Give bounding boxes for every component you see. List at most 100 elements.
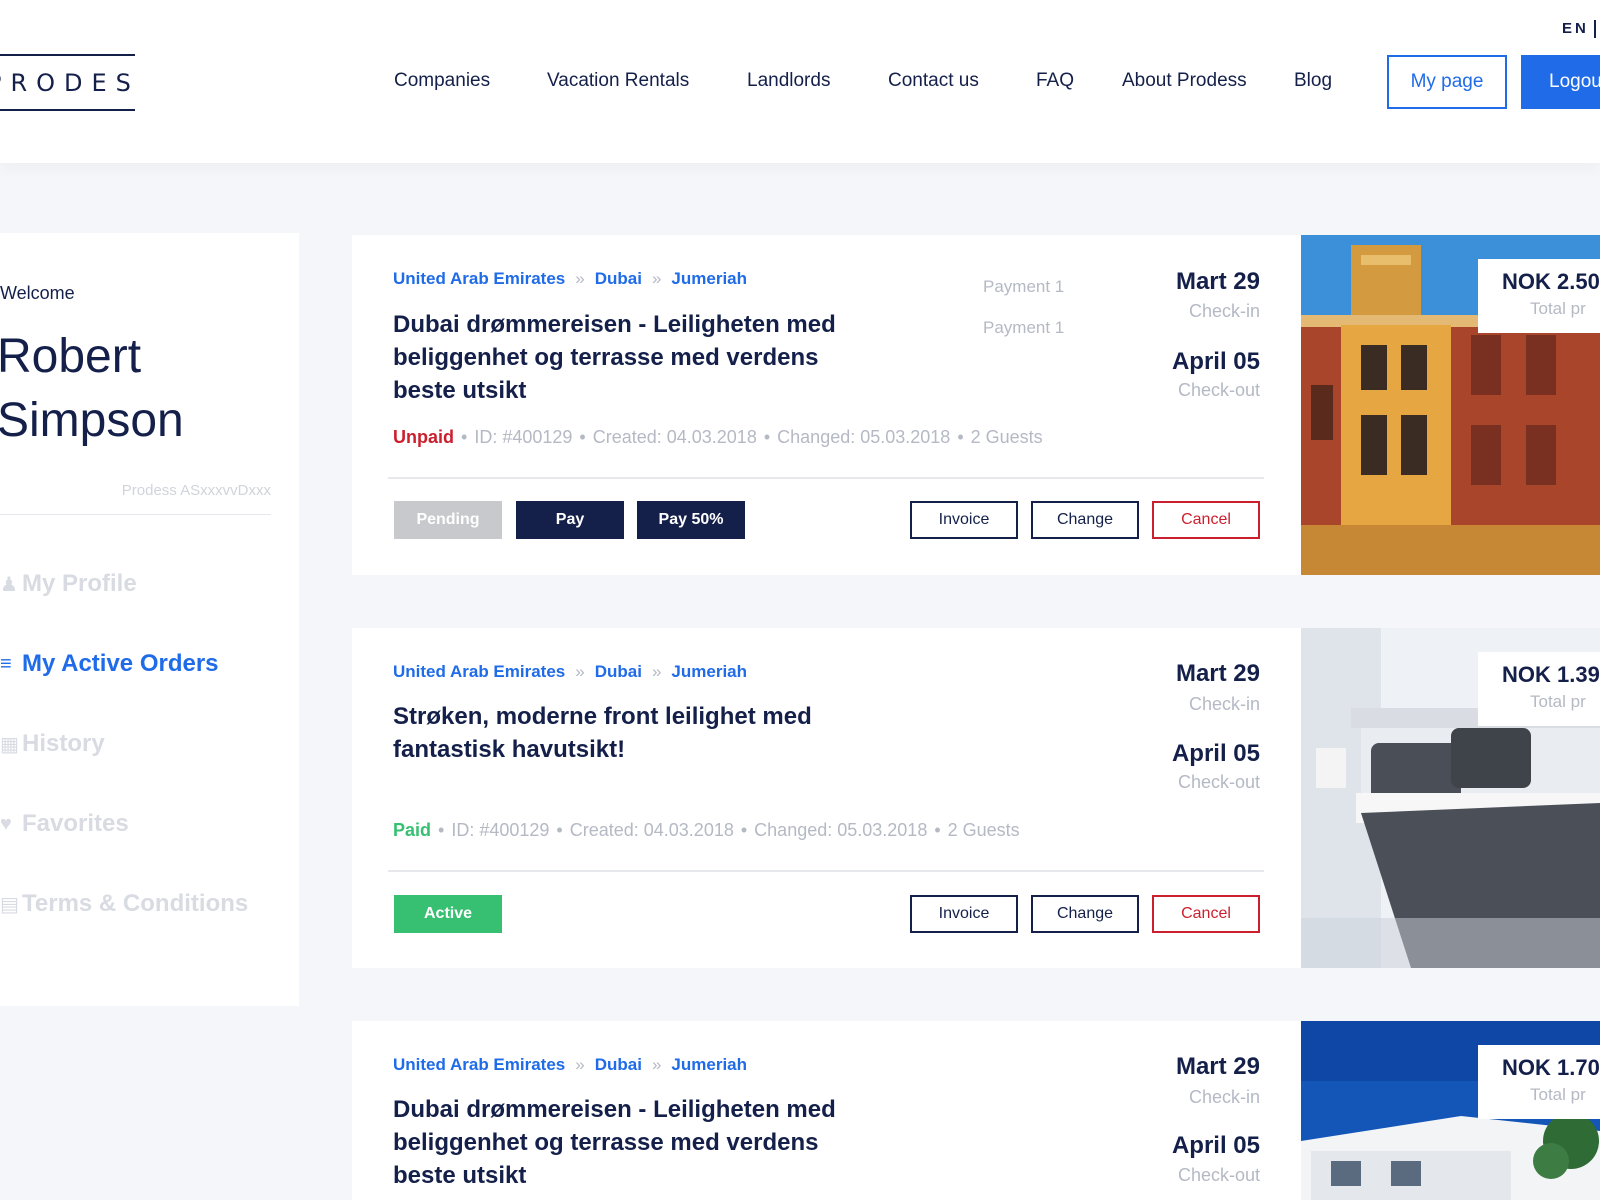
- nav-companies[interactable]: Companies: [394, 70, 490, 92]
- user-name: Robert Simpson: [0, 330, 184, 447]
- chevron-right-icon: »: [575, 662, 585, 681]
- order-title[interactable]: Dubai drømmereisen - Leiligheten med bel…: [393, 308, 873, 407]
- pay-50-button[interactable]: Pay 50%: [637, 501, 745, 539]
- company-name: Prodess ASxxxvvDxxx: [121, 482, 271, 499]
- language-switch[interactable]: EN: [1562, 20, 1589, 37]
- checkout-date: April 05: [1171, 348, 1260, 375]
- checkin-date: Mart 29: [1175, 1053, 1260, 1080]
- order-title[interactable]: Dubai drømmereisen - Leiligheten med bel…: [393, 1093, 873, 1192]
- chevron-right-icon: »: [651, 269, 662, 288]
- change-button[interactable]: Change: [1031, 895, 1139, 933]
- calendar-icon: ▦: [0, 733, 19, 756]
- order-created: Created: 04.03.2018: [569, 820, 734, 840]
- nav-faq[interactable]: FAQ: [1036, 70, 1074, 92]
- invoice-button[interactable]: Invoice: [910, 895, 1018, 933]
- prodess-logo[interactable]: PRODESS: [0, 54, 135, 111]
- price-value: NOK 2.50: [1502, 269, 1600, 294]
- chevron-right-icon: »: [575, 1055, 585, 1074]
- site-header: PRODESS EN Companies Vacation Rentals La…: [0, 0, 1600, 163]
- pay-button[interactable]: Pay: [516, 501, 624, 539]
- checkin-label: Check-in: [1188, 694, 1260, 714]
- checkin-date: Mart 29: [1175, 660, 1260, 687]
- price-tag: NOK 2.50 Total pr: [1478, 259, 1600, 333]
- chevron-right-icon: »: [575, 269, 585, 288]
- welcome-label: Welcome: [0, 283, 75, 303]
- chevron-right-icon: »: [651, 1055, 662, 1074]
- order-guests: 2 Guests: [947, 820, 1020, 840]
- nav-about-prodess[interactable]: About Prodess: [1122, 70, 1247, 92]
- nav-contact-us[interactable]: Contact us: [888, 70, 979, 92]
- checkout-label: Check-out: [1177, 380, 1260, 400]
- language-divider: [1594, 20, 1596, 38]
- order-guests: 2 Guests: [970, 427, 1043, 447]
- list-icon: ≡: [0, 652, 12, 675]
- sidebar-item-terms[interactable]: ▤ Terms & Conditions: [0, 890, 248, 918]
- sidebar-item-label: Terms & Conditions: [22, 890, 249, 917]
- breadcrumb-country[interactable]: United Arab Emirates: [393, 269, 565, 288]
- nav-vacation-rentals[interactable]: Vacation Rentals: [547, 70, 689, 92]
- breadcrumb-country[interactable]: United Arab Emirates: [393, 662, 565, 681]
- breadcrumb-city[interactable]: Dubai: [595, 269, 642, 288]
- price-tag: NOK 1.70 Total pr: [1478, 1045, 1600, 1119]
- breadcrumb-area[interactable]: Jumeriah: [671, 269, 747, 288]
- active-button[interactable]: Active: [394, 895, 502, 933]
- document-icon: ▤: [0, 893, 19, 916]
- price-tag: NOK 1.39 Total pr: [1478, 652, 1600, 726]
- order-changed: Changed: 05.03.2018: [754, 820, 928, 840]
- breadcrumb: United Arab Emirates » Dubai » Jumeriah: [393, 1055, 747, 1075]
- status-badge: Paid: [393, 820, 432, 840]
- card-divider: [388, 477, 1264, 479]
- price-value: NOK 1.70: [1502, 1055, 1600, 1080]
- invoice-button[interactable]: Invoice: [910, 501, 1018, 539]
- status-badge: Unpaid: [393, 427, 454, 447]
- sidebar-item-my-active-orders[interactable]: ≡ My Active Orders: [0, 650, 219, 678]
- checkout-date: April 05: [1171, 740, 1260, 767]
- checkin-date: Mart 29: [1175, 268, 1260, 295]
- checkout-label: Check-out: [1177, 772, 1260, 792]
- cancel-button[interactable]: Cancel: [1152, 501, 1260, 539]
- card-divider: [388, 870, 1264, 872]
- order-meta: Paid • ID: #400129 • Created: 04.03.2018 • Cha…: [393, 820, 1020, 840]
- checkout-date: April 05: [1171, 1132, 1260, 1159]
- price-label: Total pr: [1530, 299, 1586, 318]
- heart-icon: ♥: [0, 812, 12, 835]
- price-value: NOK 1.39: [1502, 662, 1600, 687]
- breadcrumb: United Arab Emirates » Dubai » Jumeriah: [393, 662, 747, 682]
- checkout-label: Check-out: [1177, 1165, 1260, 1185]
- nav-landlords[interactable]: Landlords: [747, 70, 830, 92]
- nav-blog[interactable]: Blog: [1294, 70, 1332, 92]
- payment-label: Payment 1: [983, 318, 1065, 337]
- breadcrumb-country[interactable]: United Arab Emirates: [393, 1055, 565, 1074]
- breadcrumb-area[interactable]: Jumeriah: [671, 1055, 747, 1074]
- sidebar-item-favorites[interactable]: ♥ Favorites: [0, 810, 129, 838]
- sidebar-item-label: History: [22, 730, 105, 757]
- checkin-label: Check-in: [1188, 1087, 1260, 1107]
- price-label: Total pr: [1530, 1085, 1586, 1104]
- order-id: ID: #400129: [451, 820, 550, 840]
- breadcrumb-city[interactable]: Dubai: [595, 662, 642, 681]
- logout-button[interactable]: Logout: [1521, 55, 1600, 109]
- sidebar-item-my-profile[interactable]: ♟ My Profile: [0, 570, 137, 598]
- sidebar-item-label: Favorites: [22, 810, 129, 837]
- order-id: ID: #400129: [474, 427, 573, 447]
- pending-button[interactable]: Pending: [394, 501, 502, 539]
- breadcrumb-city[interactable]: Dubai: [595, 1055, 642, 1074]
- sidebar-item-label: My Profile: [22, 570, 137, 597]
- sidebar-item-history[interactable]: ▦ History: [0, 730, 105, 758]
- breadcrumb: United Arab Emirates » Dubai » Jumeriah: [393, 269, 747, 289]
- order-meta: Unpaid • ID: #400129 • Created: 04.03.2018 • C…: [393, 427, 1043, 447]
- order-changed: Changed: 05.03.2018: [777, 427, 951, 447]
- breadcrumb-area[interactable]: Jumeriah: [671, 662, 747, 681]
- sidebar-divider: [0, 514, 271, 515]
- checkin-label: Check-in: [1188, 301, 1260, 321]
- payment-label: Payment 1: [983, 277, 1065, 296]
- order-created: Created: 04.03.2018: [592, 427, 757, 447]
- cancel-button[interactable]: Cancel: [1152, 895, 1260, 933]
- order-title[interactable]: Strøken, moderne front leilighet med fan…: [393, 700, 873, 766]
- my-page-button[interactable]: My page: [1387, 55, 1507, 109]
- change-button[interactable]: Change: [1031, 501, 1139, 539]
- user-icon: ♟: [0, 573, 18, 596]
- sidebar-item-label: My Active Orders: [22, 650, 219, 677]
- chevron-right-icon: »: [651, 662, 662, 681]
- price-label: Total pr: [1530, 692, 1586, 711]
